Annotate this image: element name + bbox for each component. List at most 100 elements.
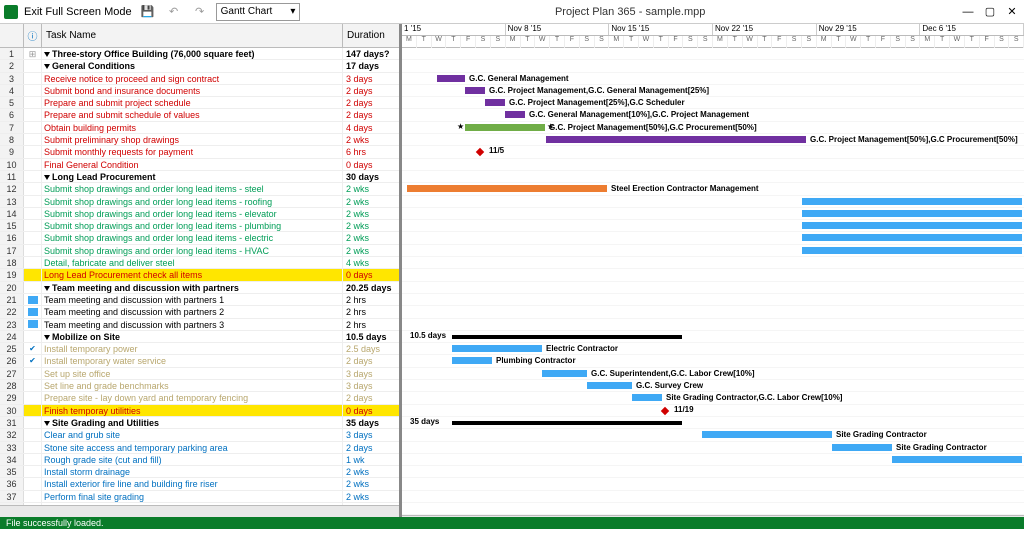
task-row[interactable]: 20Team meeting and discussion with partn… bbox=[0, 282, 399, 294]
duration-cell[interactable]: 2 wks bbox=[343, 183, 399, 194]
gantt-row[interactable] bbox=[402, 319, 1024, 331]
duration-cell[interactable]: 2 wks bbox=[343, 220, 399, 231]
gantt-row[interactable]: G.C. Superintendent,G.C. Labor Crew[10%] bbox=[402, 368, 1024, 380]
task-name-cell[interactable]: Submit shop drawings and order long lead… bbox=[42, 220, 343, 231]
duration-col-header[interactable]: Duration bbox=[343, 24, 399, 47]
gantt-bar[interactable]: E bbox=[802, 234, 1022, 241]
task-row[interactable]: 16Submit shop drawings and order long le… bbox=[0, 232, 399, 244]
task-name-cell[interactable]: Submit bond and insurance documents bbox=[42, 85, 343, 96]
duration-cell[interactable]: 20.25 days bbox=[343, 282, 399, 293]
duration-cell[interactable]: 2 days bbox=[343, 85, 399, 96]
exit-fullscreen-button[interactable]: Exit Full Screen Mode bbox=[24, 6, 132, 18]
duration-cell[interactable]: 2 days bbox=[343, 442, 399, 453]
task-row[interactable]: 5Prepare and submit project schedule2 da… bbox=[0, 97, 399, 109]
gantt-row[interactable]: 11/19 bbox=[402, 405, 1024, 417]
task-name-cell[interactable]: Set line and grade benchmarks bbox=[42, 380, 343, 391]
duration-cell[interactable]: 2 hrs bbox=[343, 306, 399, 317]
gantt-row[interactable]: G.C. Project Management,G.C. General Man… bbox=[402, 85, 1024, 97]
duration-cell[interactable]: 35 days bbox=[343, 417, 399, 428]
duration-cell[interactable]: 10.5 days bbox=[343, 331, 399, 342]
task-row[interactable]: 18Detail, fabricate and deliver steel4 w… bbox=[0, 257, 399, 269]
gantt-bar[interactable]: G.C. General Management[10%],G.C. Projec… bbox=[505, 111, 525, 118]
gantt-row[interactable]: E bbox=[402, 208, 1024, 220]
gantt-row[interactable]: 10.5 days bbox=[402, 331, 1024, 343]
task-name-cell[interactable]: Submit monthly requests for payment bbox=[42, 146, 343, 157]
duration-cell[interactable]: 0 days bbox=[343, 269, 399, 280]
gantt-row[interactable]: G.C. Survey Crew bbox=[402, 380, 1024, 392]
gantt-bar[interactable]: Plumbing Contractor bbox=[452, 357, 492, 364]
gantt-bar[interactable]: Site Grading Contractor bbox=[702, 431, 832, 438]
task-row[interactable]: 14Submit shop drawings and order long le… bbox=[0, 208, 399, 220]
collapse-icon[interactable] bbox=[44, 175, 50, 180]
duration-cell[interactable]: 2 wks bbox=[343, 478, 399, 489]
task-name-cell[interactable]: Finish temporay utilitties bbox=[42, 405, 343, 416]
gantt-row[interactable]: G.C. Project Management[25%],G.C Schedul… bbox=[402, 97, 1024, 109]
task-name-cell[interactable]: Final General Condition bbox=[42, 159, 343, 170]
gantt-row[interactable] bbox=[402, 503, 1024, 515]
task-name-cell[interactable]: Receive notice to proceed and sign contr… bbox=[42, 73, 343, 84]
task-row[interactable]: 32Clear and grub site3 days bbox=[0, 429, 399, 441]
gantt-row[interactable]: G.C. Project Management[50%],G.C Procure… bbox=[402, 122, 1024, 134]
duration-cell[interactable]: 2.5 days bbox=[343, 343, 399, 354]
gantt-row[interactable]: Site Grading Contracto bbox=[402, 454, 1024, 466]
gantt-bar[interactable]: Site Grading Contractor,G.C. Labor Crew[… bbox=[632, 394, 662, 401]
gantt-bar[interactable]: G.C. Project Management[25%],G.C Schedul… bbox=[485, 99, 505, 106]
task-row[interactable]: 15Submit shop drawings and order long le… bbox=[0, 220, 399, 232]
undo-icon[interactable]: ↶ bbox=[164, 3, 184, 21]
collapse-icon[interactable] bbox=[44, 335, 50, 340]
gantt-row[interactable]: R bbox=[402, 196, 1024, 208]
collapse-icon[interactable] bbox=[44, 286, 50, 291]
task-row[interactable]: 34Rough grade site (cut and fill)1 wk bbox=[0, 454, 399, 466]
task-row[interactable]: 25✔Install temporary power2.5 days bbox=[0, 343, 399, 355]
gantt-row[interactable]: Site Grading Contractor bbox=[402, 429, 1024, 441]
gantt-row[interactable] bbox=[402, 478, 1024, 490]
task-name-cell[interactable]: Submit shop drawings and order long lead… bbox=[42, 196, 343, 207]
gantt-row[interactable]: Steel Erection Contractor Management bbox=[402, 183, 1024, 195]
duration-cell[interactable]: 2 wks bbox=[343, 134, 399, 145]
task-row[interactable]: 19Long Lead Procurement check all items0… bbox=[0, 269, 399, 281]
duration-cell[interactable]: 6 hrs bbox=[343, 146, 399, 157]
gantt-bar[interactable]: H bbox=[802, 247, 1022, 254]
duration-cell[interactable]: 2 days bbox=[343, 392, 399, 403]
task-name-cell[interactable]: Stone site access and temporary parking … bbox=[42, 442, 343, 453]
duration-cell[interactable]: 2 hrs bbox=[343, 319, 399, 330]
task-row[interactable]: 2General Conditions17 days bbox=[0, 60, 399, 72]
task-name-cell[interactable]: Rough grade site (cut and fill) bbox=[42, 454, 343, 465]
duration-cell[interactable]: 0 days bbox=[343, 159, 399, 170]
gantt-row[interactable]: E bbox=[402, 232, 1024, 244]
gantt-row[interactable]: Plumbing Contractor bbox=[402, 355, 1024, 367]
info-col-header[interactable]: ⓘ bbox=[24, 24, 42, 47]
gantt-row[interactable] bbox=[402, 306, 1024, 318]
task-name-cell[interactable]: Submit preliminary shop drawings bbox=[42, 134, 343, 145]
task-name-cell[interactable]: Clear and grub site bbox=[42, 429, 343, 440]
task-row[interactable]: 29Prepare site - lay down yard and tempo… bbox=[0, 392, 399, 404]
gantt-row[interactable]: Site Grading Contractor bbox=[402, 442, 1024, 454]
task-name-cell[interactable]: Prepare site - lay down yard and tempora… bbox=[42, 392, 343, 403]
task-row[interactable]: 8Submit preliminary shop drawings2 wks bbox=[0, 134, 399, 146]
task-row[interactable]: 4Submit bond and insurance documents2 da… bbox=[0, 85, 399, 97]
task-name-cell[interactable]: Team meeting and discussion with partner… bbox=[42, 282, 343, 293]
collapse-icon[interactable] bbox=[44, 64, 50, 69]
gantt-row[interactable]: G.C. General Management[10%],G.C. Projec… bbox=[402, 109, 1024, 121]
gantt-bar[interactable]: P bbox=[802, 222, 1022, 229]
task-row[interactable]: 33Stone site access and temporary parkin… bbox=[0, 442, 399, 454]
duration-cell[interactable]: 2 wks bbox=[343, 196, 399, 207]
gantt-row[interactable] bbox=[402, 60, 1024, 72]
grid-hscroll[interactable] bbox=[0, 505, 399, 517]
task-name-cell[interactable]: Submit shop drawings and order long lead… bbox=[42, 245, 343, 256]
gantt-bar[interactable]: G.C. Project Management,G.C. General Man… bbox=[465, 87, 485, 94]
gantt-row[interactable] bbox=[402, 466, 1024, 478]
gantt-row[interactable]: H bbox=[402, 245, 1024, 257]
task-name-cell[interactable]: Mobilize on Site bbox=[42, 331, 343, 342]
duration-cell[interactable]: 3 days bbox=[343, 368, 399, 379]
duration-cell[interactable]: 17 days bbox=[343, 60, 399, 71]
task-name-cell[interactable]: General Conditions bbox=[42, 60, 343, 71]
gantt-row[interactable]: P bbox=[402, 220, 1024, 232]
task-row[interactable]: 1⊞Three-story Office Building (76,000 sq… bbox=[0, 48, 399, 60]
duration-cell[interactable]: 1 wk bbox=[343, 454, 399, 465]
task-row[interactable]: 37Perform final site grading2 wks bbox=[0, 491, 399, 503]
gantt-row[interactable]: G.C. General Management bbox=[402, 73, 1024, 85]
close-icon[interactable]: ✕ bbox=[1004, 4, 1020, 20]
task-row[interactable]: 9Submit monthly requests for payment6 hr… bbox=[0, 146, 399, 158]
grid-body[interactable]: 1⊞Three-story Office Building (76,000 sq… bbox=[0, 48, 399, 505]
